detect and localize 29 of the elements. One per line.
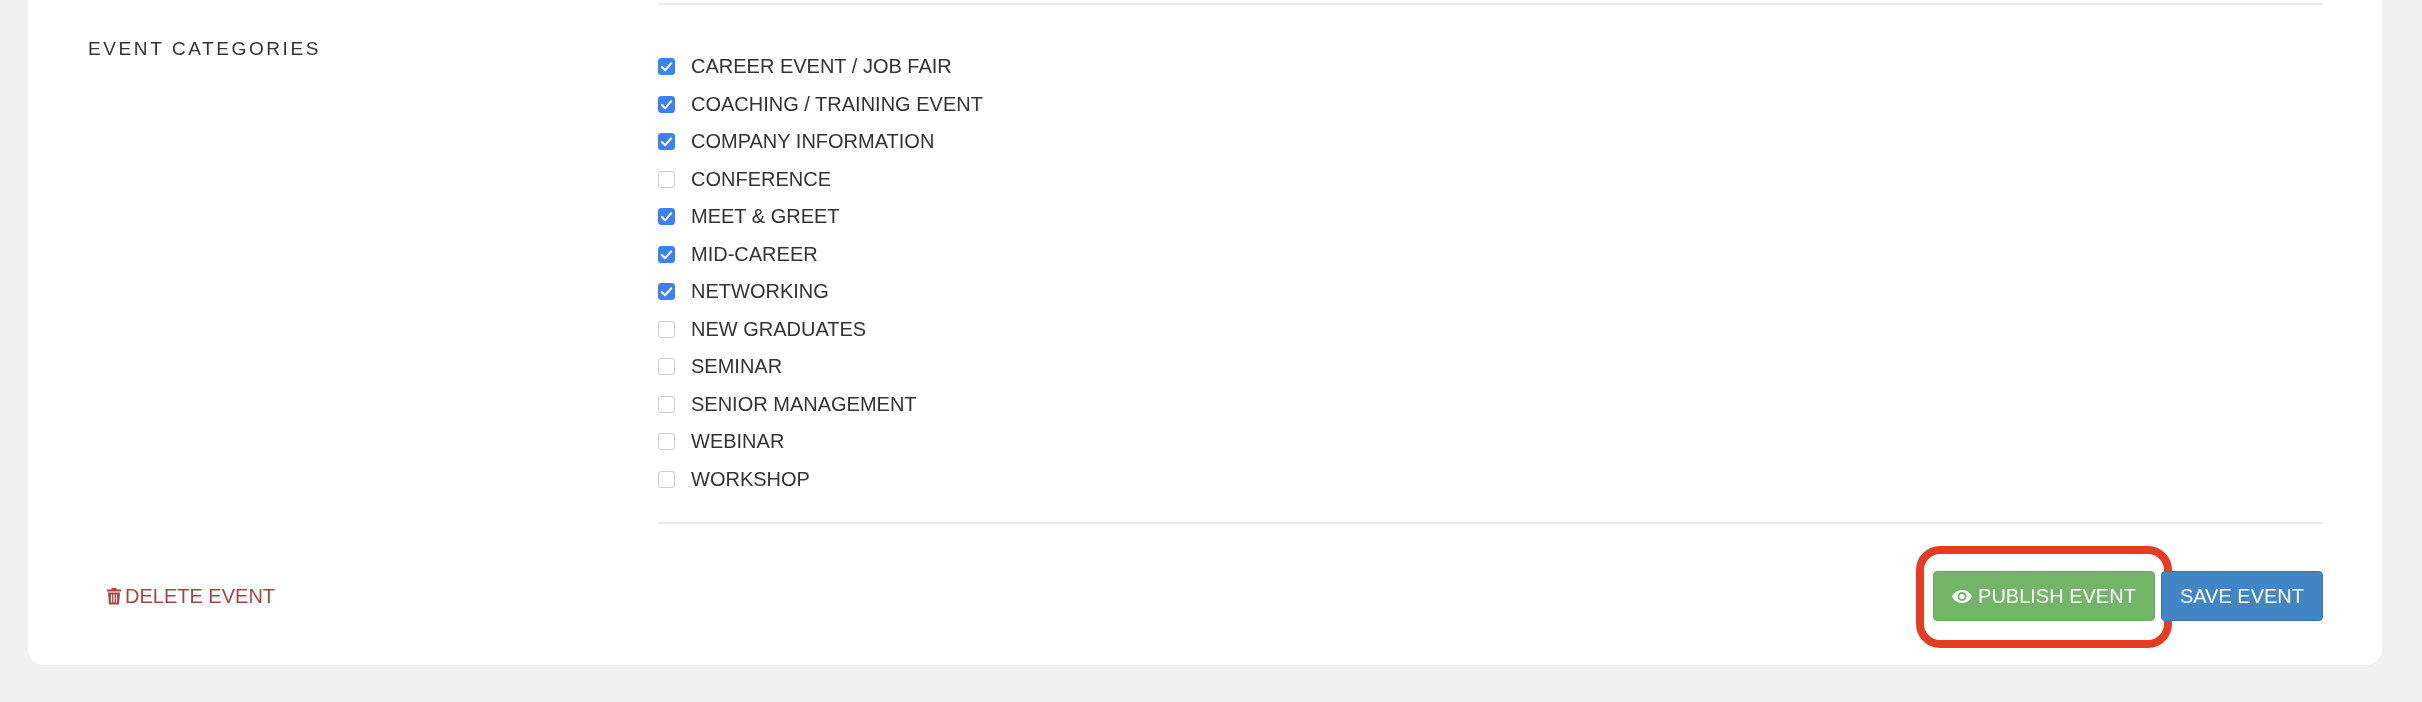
checkbox[interactable] — [658, 170, 675, 188]
checkbox-label[interactable]: NEW GRADUATES — [691, 317, 867, 341]
trash-icon — [107, 588, 121, 605]
checkbox-label[interactable]: COACHING / TRAINING EVENT — [691, 92, 983, 116]
checkbox-label[interactable]: COMPANY INFORMATION — [691, 130, 935, 154]
save-event-button[interactable]: SAVE EVENT — [2160, 571, 2323, 621]
checkbox[interactable] — [658, 395, 675, 413]
checkbox-label[interactable]: MEET & GREET — [691, 205, 840, 229]
checkbox-label[interactable]: CONFERENCE — [691, 167, 831, 191]
checkbox[interactable] — [658, 58, 675, 76]
checkbox[interactable] — [658, 320, 675, 338]
checkbox-label[interactable]: NETWORKING — [691, 280, 829, 304]
delete-event-link[interactable]: DELETE EVENT — [107, 585, 276, 608]
checkbox[interactable] — [658, 433, 675, 451]
checkbox-label[interactable]: SENIOR MANAGEMENT — [691, 392, 917, 416]
checkbox-label[interactable]: WORKSHOP — [691, 467, 810, 491]
checkbox[interactable] — [658, 95, 675, 113]
checkbox[interactable] — [658, 133, 675, 151]
checkbox-label[interactable]: WEBINAR — [691, 430, 785, 454]
checkbox[interactable] — [658, 470, 675, 488]
checkbox[interactable] — [658, 358, 675, 376]
checkbox-label[interactable]: SEMINAR — [691, 355, 783, 379]
checkbox[interactable] — [658, 245, 675, 263]
section-label: EVENT CATEGORIES — [88, 37, 323, 60]
checkbox-label[interactable]: CAREER EVENT / JOB FAIR — [691, 55, 952, 79]
checkbox-label[interactable]: MID-CAREER — [691, 242, 818, 266]
checkbox[interactable] — [658, 208, 675, 226]
checkbox[interactable] — [658, 283, 675, 301]
eye-icon — [1952, 589, 1973, 603]
